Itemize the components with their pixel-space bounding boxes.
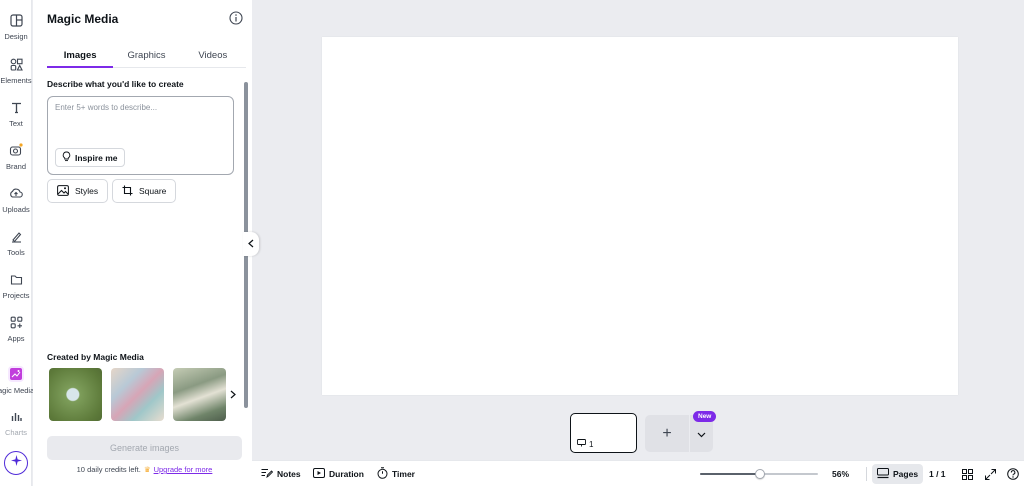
duration-label: Duration bbox=[329, 469, 364, 479]
design-icon bbox=[8, 12, 24, 28]
credits-text: 10 daily credits left. bbox=[76, 465, 141, 474]
duration-button[interactable]: Duration bbox=[313, 467, 364, 481]
rail-label: Uploads bbox=[2, 205, 30, 214]
pages-label: Pages bbox=[893, 469, 919, 479]
created-by-label: Created by Magic Media bbox=[47, 352, 144, 362]
image-icon bbox=[57, 184, 69, 198]
zoom-level[interactable]: 56% bbox=[832, 469, 849, 479]
square-label: Square bbox=[139, 186, 167, 196]
collapse-panel-button[interactable] bbox=[243, 232, 259, 256]
design-page[interactable] bbox=[322, 37, 958, 395]
rail-label: Apps bbox=[7, 334, 25, 343]
page-count: 1 / 1 bbox=[929, 469, 946, 479]
inspire-me-button[interactable]: Inspire me bbox=[55, 148, 125, 167]
rail-item-elements[interactable]: Elements bbox=[0, 54, 32, 94]
timer-icon bbox=[377, 467, 388, 481]
sparkle-icon bbox=[10, 454, 23, 472]
tools-icon bbox=[8, 228, 24, 244]
prompt-box: Inspire me bbox=[47, 96, 234, 175]
fullscreen-icon[interactable] bbox=[983, 467, 997, 481]
add-page-button[interactable]: + bbox=[645, 415, 689, 452]
rail-label: Charts bbox=[4, 428, 28, 437]
help-icon[interactable] bbox=[1006, 467, 1020, 481]
styles-label: Styles bbox=[75, 186, 99, 196]
new-badge: New bbox=[693, 411, 717, 422]
notes-button[interactable]: Notes bbox=[261, 467, 301, 481]
rail-item-uploads[interactable]: Uploads bbox=[0, 183, 32, 223]
projects-icon bbox=[8, 271, 24, 287]
rail-label: Tools bbox=[7, 248, 25, 257]
panel-title: Magic Media bbox=[47, 12, 119, 26]
magic-media-icon bbox=[8, 366, 24, 382]
divider bbox=[866, 467, 867, 481]
grid-view-icon[interactable] bbox=[960, 467, 974, 481]
describe-label: Describe what you'd like to create bbox=[47, 79, 184, 89]
notes-label: Notes bbox=[277, 469, 301, 479]
brand-icon bbox=[8, 142, 24, 158]
rail-item-text[interactable]: Text bbox=[0, 97, 32, 137]
zoom-slider[interactable] bbox=[700, 469, 818, 479]
pages-icon bbox=[877, 467, 889, 481]
side-rail: Design Elements Text Brand Uploads Tools… bbox=[0, 0, 35, 486]
lightbulb-icon bbox=[62, 151, 71, 164]
chevron-down-icon bbox=[697, 425, 706, 443]
media-tabs: Images Graphics Videos bbox=[47, 44, 246, 68]
rail-label: Design bbox=[4, 32, 28, 41]
rail-item-magic-media[interactable]: Magic Media bbox=[0, 364, 35, 404]
notes-icon bbox=[261, 468, 274, 480]
chevron-left-icon bbox=[248, 235, 254, 253]
presentation-icon bbox=[577, 439, 586, 449]
page-number: 1 bbox=[577, 439, 593, 449]
zoom-slider-fill bbox=[700, 473, 760, 475]
video-icon bbox=[313, 468, 325, 480]
tab-images[interactable]: Images bbox=[47, 44, 114, 68]
page-thumbnail[interactable]: 1 bbox=[570, 413, 637, 453]
prompt-input[interactable] bbox=[55, 103, 225, 112]
example-image-prism[interactable] bbox=[111, 368, 164, 421]
rail-label: Brand bbox=[5, 162, 26, 171]
rail-label: Projects bbox=[2, 291, 30, 300]
magic-assistant-button[interactable] bbox=[4, 451, 28, 475]
credits-note: 10 daily credits left. ♛ Upgrade for more bbox=[47, 465, 242, 474]
elements-icon bbox=[8, 56, 24, 72]
tab-videos[interactable]: Videos bbox=[180, 44, 246, 67]
tab-graphics[interactable]: Graphics bbox=[113, 44, 179, 67]
timer-button[interactable]: Timer bbox=[377, 467, 415, 481]
example-image-dewdrop[interactable] bbox=[49, 368, 102, 421]
rail-label: Magic Media bbox=[0, 386, 35, 395]
crop-icon bbox=[122, 185, 133, 198]
rail-item-projects[interactable]: Projects bbox=[0, 269, 32, 309]
upgrade-link[interactable]: Upgrade for more bbox=[154, 465, 213, 474]
rail-label: Text bbox=[9, 119, 23, 128]
info-icon[interactable] bbox=[229, 11, 243, 25]
crown-icon: ♛ bbox=[143, 465, 151, 474]
inspire-me-label: Inspire me bbox=[75, 152, 118, 163]
magic-media-panel: Magic Media Images Graphics Videos Descr… bbox=[33, 0, 252, 486]
apps-icon bbox=[8, 314, 24, 330]
text-icon bbox=[8, 99, 24, 115]
bottom-toolbar: Notes Duration Timer 56% Pages 1 / 1 bbox=[252, 460, 1024, 486]
example-image-stones[interactable] bbox=[173, 368, 226, 421]
rail-item-charts[interactable]: Charts bbox=[0, 406, 32, 446]
page-number-label: 1 bbox=[589, 439, 594, 449]
uploads-icon bbox=[8, 185, 24, 201]
generate-images-button[interactable]: Generate images bbox=[47, 436, 242, 460]
rail-item-design[interactable]: Design bbox=[0, 10, 32, 50]
rail-item-brand[interactable]: Brand bbox=[0, 140, 32, 180]
timer-label: Timer bbox=[392, 469, 415, 479]
styles-button[interactable]: Styles bbox=[47, 179, 109, 203]
rail-item-tools[interactable]: Tools bbox=[0, 226, 32, 266]
rail-label: Elements bbox=[0, 76, 32, 85]
rail-item-apps[interactable]: Apps bbox=[0, 312, 32, 352]
zoom-slider-handle[interactable] bbox=[755, 469, 765, 479]
aspect-ratio-button[interactable]: Square bbox=[112, 179, 177, 203]
charts-icon bbox=[8, 408, 24, 424]
chevron-right-icon[interactable] bbox=[227, 386, 239, 402]
pages-button[interactable]: Pages bbox=[872, 464, 924, 484]
